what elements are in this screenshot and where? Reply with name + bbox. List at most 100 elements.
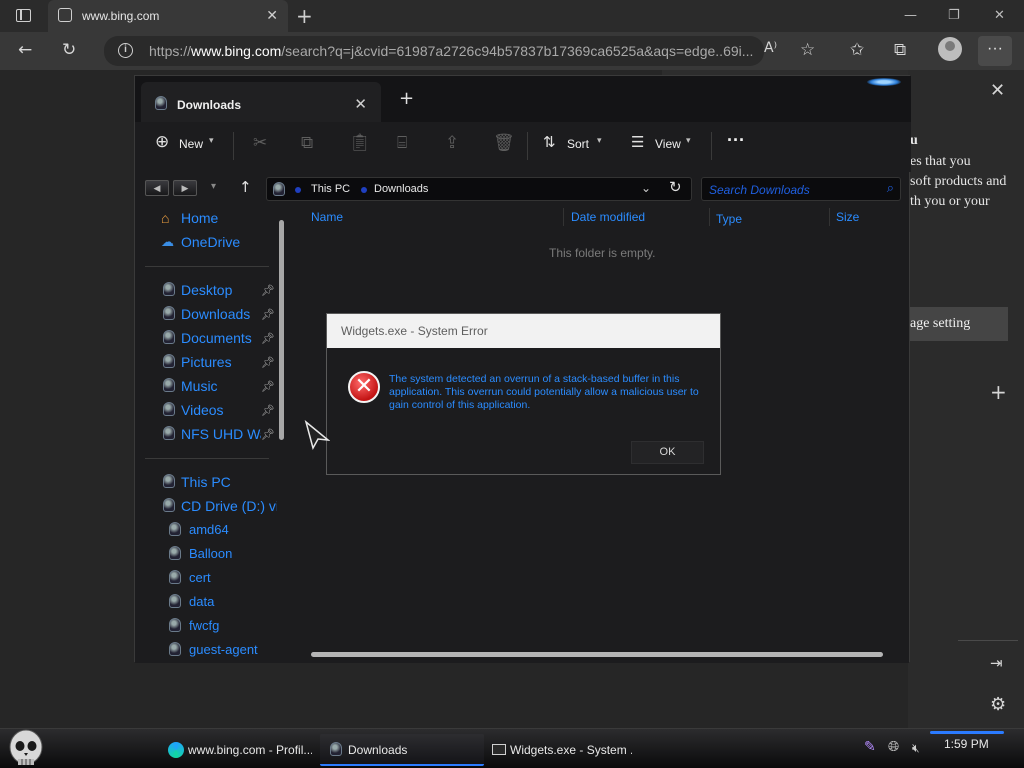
network-icon[interactable]: 🌐︎ [888, 739, 899, 755]
ok-button[interactable]: OK [631, 441, 704, 464]
refresh-icon[interactable]: ↻ [669, 178, 682, 196]
sidebar-item-cd-drive[interactable]: CD Drive (D:) virt [181, 498, 277, 514]
new-button[interactable]: New [179, 137, 203, 151]
recent-locations-icon[interactable]: ▾ [211, 181, 216, 192]
sidebar-item-balloon[interactable]: Balloon [189, 546, 305, 561]
settings-icon[interactable]: ⚙ [990, 694, 1006, 715]
browser-tab[interactable]: www.bing.com ✕ [48, 0, 288, 32]
add-sidebar-icon[interactable]: + [990, 380, 1007, 404]
feather-tray-icon[interactable]: ✎ [864, 739, 876, 755]
sort-button[interactable]: Sort [567, 137, 589, 151]
manage-settings-button[interactable]: age setting [910, 307, 1008, 341]
sidebar-item-guest-agent[interactable]: guest-agent [189, 642, 305, 657]
explorer-title-bar: Downloads ✕ + [135, 76, 911, 122]
new-icon: ⊕ [155, 132, 170, 152]
refresh-icon[interactable]: ↻ [62, 40, 76, 60]
horizontal-scrollbar[interactable] [311, 652, 883, 657]
site-info-icon[interactable]: i [118, 43, 133, 58]
column-header-date[interactable]: Date modified [571, 210, 645, 224]
chevron-down-icon[interactable]: ⌄ [641, 181, 651, 195]
folder-icon [155, 96, 167, 110]
view-icon: ☰ [631, 133, 645, 151]
column-divider[interactable] [709, 208, 710, 226]
column-divider[interactable] [829, 208, 830, 226]
back-icon[interactable]: ← [18, 40, 32, 60]
breadcrumb[interactable]: This PC Downloads ⌄ [266, 177, 692, 201]
breadcrumb-separator-icon [361, 187, 367, 193]
favorites-icon[interactable]: ✩ [850, 40, 864, 60]
address-bar[interactable]: i https://www.bing.com/search?q=j&cvid=6… [104, 36, 764, 66]
back-button[interactable]: ◀ [145, 180, 169, 196]
close-icon[interactable]: ✕ [990, 80, 1005, 101]
mouse-cursor-icon [304, 420, 330, 450]
column-header-name[interactable]: Name [311, 210, 343, 224]
breadcrumb-downloads[interactable]: Downloads [374, 183, 428, 195]
sidebar-item-amd64[interactable]: amd64 [189, 522, 305, 537]
sidebar-item-cert[interactable]: cert [189, 570, 305, 585]
dialog-title: Widgets.exe - System Error [341, 324, 488, 338]
sidebar-divider [958, 640, 1018, 641]
new-tab-icon[interactable]: + [399, 88, 414, 109]
taskbar-item-widgets-error[interactable]: Widgets.exe - System ... [486, 734, 636, 766]
taskbar-clock[interactable]: 1:59 PM [944, 737, 989, 751]
page-favicon-icon [58, 8, 72, 22]
column-header-type[interactable]: Type [716, 212, 742, 226]
taskbar: www.bing.com - Profil... Downloads Widge… [0, 728, 1024, 768]
close-window-icon[interactable]: ✕ [994, 8, 1005, 23]
sidebar-item-nfs[interactable]: NFS UHD Wa [181, 426, 261, 442]
paste-icon[interactable]: 📋︎ [349, 133, 371, 153]
taskbar-item-label: www.bing.com - Profil... [188, 743, 312, 757]
rename-icon[interactable]: ⌸ [397, 133, 407, 153]
browser-toolbar: ← ↻ i https://www.bing.com/search?q=j&cv… [0, 32, 1024, 70]
share-icon[interactable]: ⇪ [445, 133, 459, 153]
documents-folder-icon [163, 330, 175, 344]
videos-folder-icon [163, 402, 175, 416]
pin-icon: 📌︎ [261, 428, 275, 441]
minimize-icon[interactable]: — [904, 8, 917, 23]
clock-accent [930, 731, 1004, 734]
tab-actions-icon[interactable] [16, 9, 31, 22]
taskbar-item-edge[interactable]: www.bing.com - Profil... [160, 734, 316, 766]
volume-muted-icon[interactable]: 🔇︎ [912, 741, 920, 756]
close-tab-icon[interactable]: ✕ [266, 7, 278, 24]
search-icon[interactable]: ⌕ [887, 181, 894, 196]
new-tab-icon[interactable]: + [296, 4, 313, 28]
settings-more-button[interactable]: ··· [978, 36, 1012, 66]
folder-icon [169, 546, 181, 560]
breadcrumb-this-pc[interactable]: This PC [311, 183, 350, 195]
hide-sidebar-icon[interactable]: ⇥ [990, 654, 1003, 672]
forward-button[interactable]: ▶ [173, 180, 197, 196]
taskbar-item-label: Widgets.exe - System ... [510, 743, 632, 757]
more-options-icon[interactable]: ··· [727, 130, 745, 151]
column-header-size[interactable]: Size [836, 210, 859, 224]
profile-avatar[interactable] [938, 37, 962, 61]
nav-scrollbar[interactable] [279, 220, 284, 440]
add-favorite-icon[interactable]: ☆ [800, 40, 815, 60]
sidebar-item-this-pc[interactable]: This PC [181, 474, 297, 490]
divider [145, 458, 269, 459]
up-arrow-icon[interactable]: ↑ [239, 178, 252, 196]
view-button[interactable]: View [655, 137, 681, 151]
delete-icon[interactable]: 🗑︎ [493, 133, 515, 153]
search-input[interactable]: Search Downloads ⌕ [701, 177, 901, 201]
sort-icon: ⇅ [543, 133, 556, 151]
folder-icon [169, 570, 181, 584]
pin-icon: 📌︎ [261, 404, 275, 417]
pin-icon: 📌︎ [261, 332, 275, 345]
restore-icon[interactable]: ❐ [948, 8, 960, 23]
taskbar-item-explorer[interactable]: Downloads [320, 734, 484, 766]
sidebar-item-data[interactable]: data [189, 594, 305, 609]
sidebar-item-fwcfg[interactable]: fwcfg [189, 618, 305, 633]
read-aloud-icon[interactable]: A⁾ [764, 40, 777, 56]
navigation-pane: ⌂ Home ☁ OneDrive Desktop 📌︎ Downloads 📌… [135, 206, 293, 663]
cut-icon[interactable]: ✂ [253, 133, 267, 153]
column-divider[interactable] [563, 208, 564, 226]
copy-icon[interactable]: ⧉ [301, 133, 313, 153]
edge-icon [168, 742, 184, 758]
collections-icon[interactable]: ⧉ [894, 40, 906, 60]
explorer-tab[interactable]: Downloads ✕ [141, 82, 381, 122]
panel-heading: u [910, 133, 918, 148]
close-tab-icon[interactable]: ✕ [354, 95, 367, 113]
start-button-skull-icon[interactable] [4, 729, 48, 768]
address-url[interactable]: https://www.bing.com/search?q=j&cvid=619… [149, 43, 759, 59]
